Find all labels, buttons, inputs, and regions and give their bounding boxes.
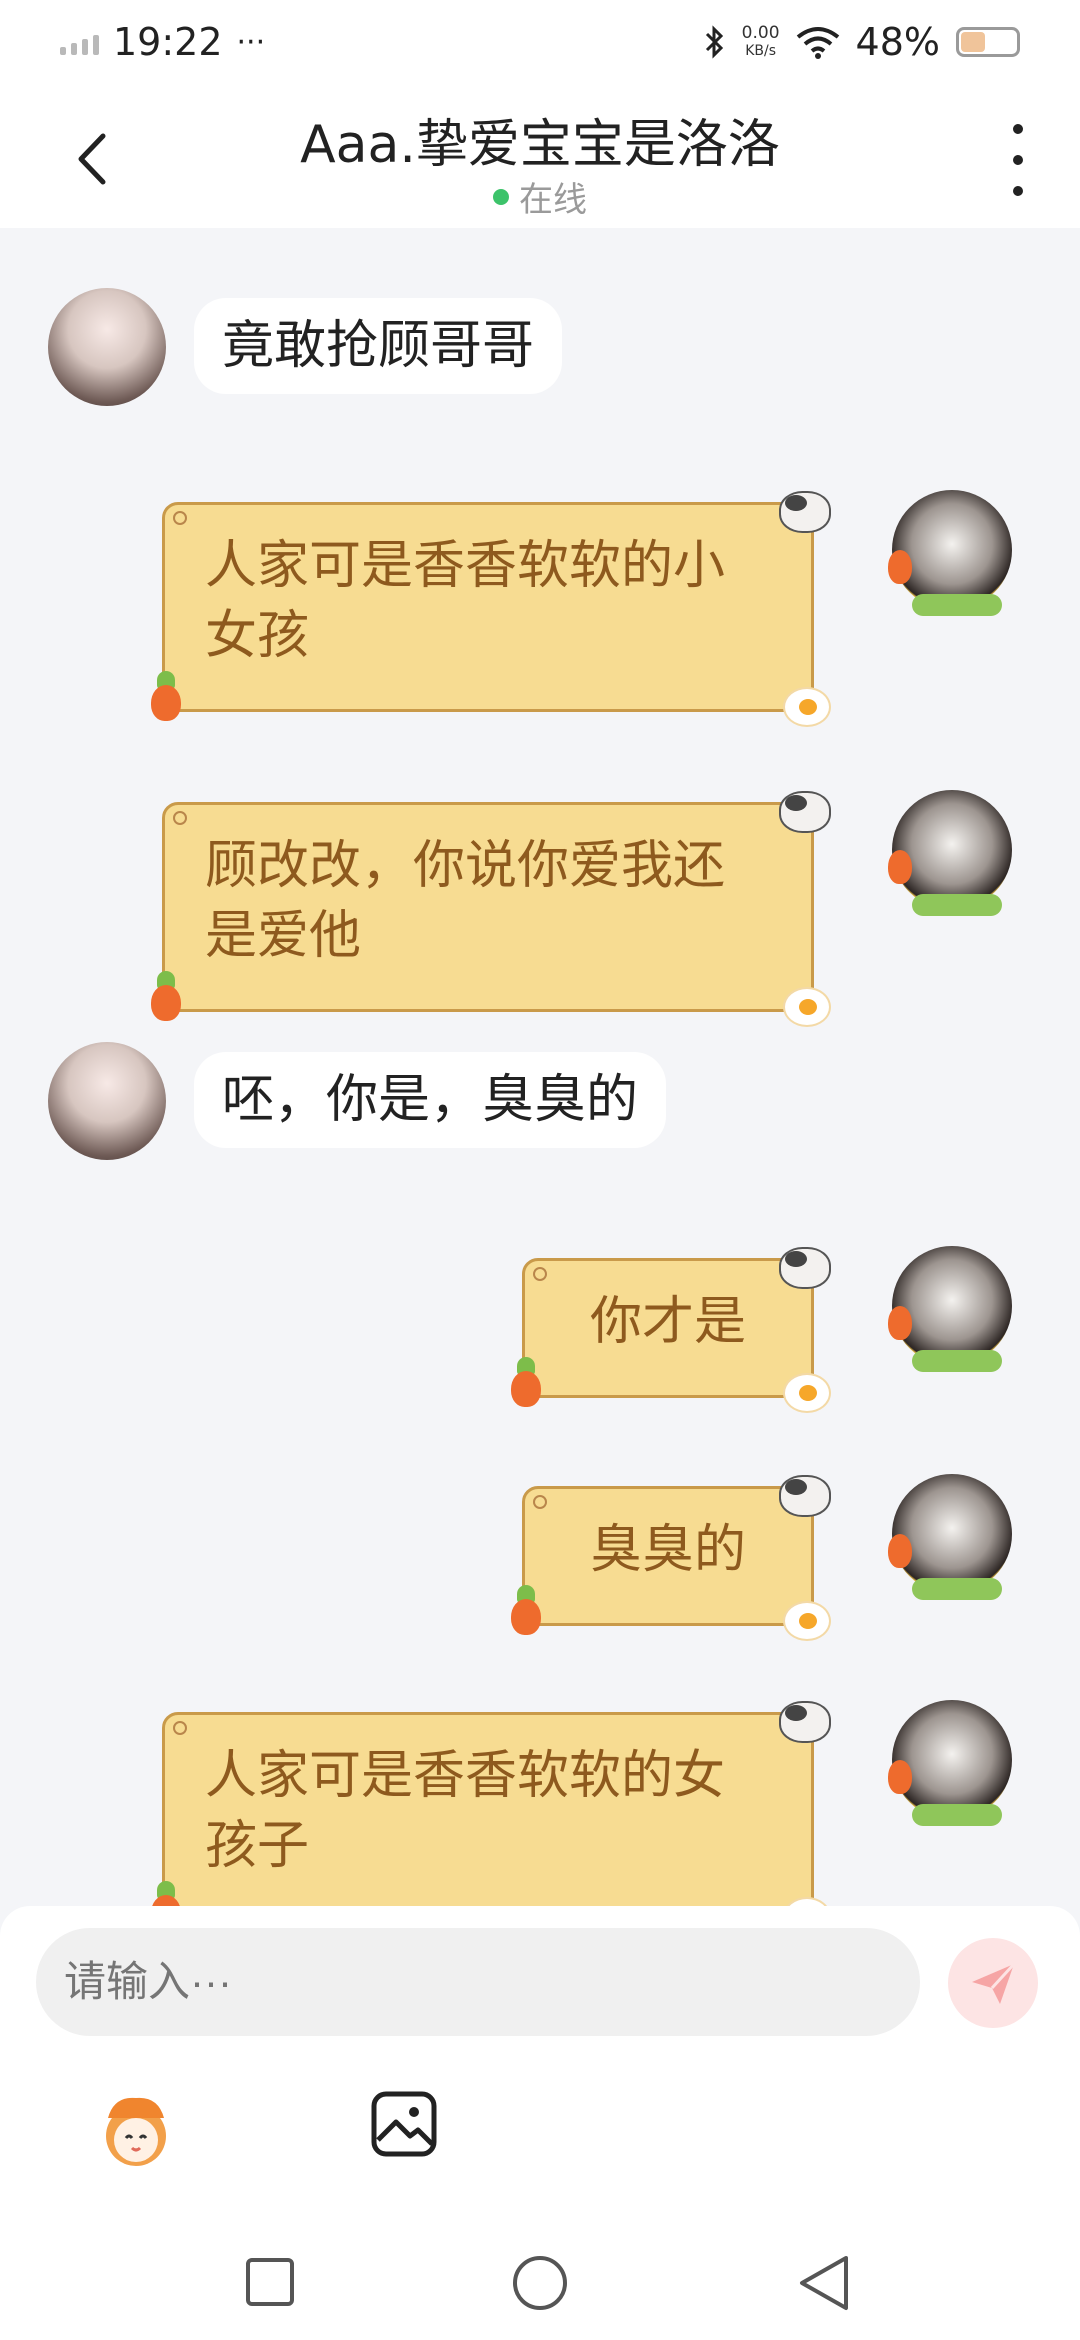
net-speed-value: 0.00	[741, 23, 780, 43]
chat-messages[interactable]: 竟敢抢顾哥哥 人家可是香香软软的小女孩 顾改改，你说你爱我还是爱他 呸，你是，臭…	[0, 228, 1080, 1908]
contact-avatar[interactable]	[48, 1042, 166, 1160]
message-text: 竟敢抢顾哥哥	[222, 316, 535, 376]
system-nav-bar	[0, 2230, 1080, 2340]
cat-sticker-icon	[775, 1467, 835, 1519]
carrot-icon	[145, 671, 185, 721]
carrot-icon	[505, 1585, 545, 1635]
message-text: 人家可是香香软软的女孩子	[205, 1746, 726, 1876]
message-text: 臭臭的	[589, 1520, 746, 1580]
wifi-icon	[796, 27, 839, 59]
pin-icon	[173, 511, 187, 525]
battery-icon	[956, 27, 1020, 57]
message-text: 呸，你是，臭臭的	[222, 1070, 639, 1130]
contact-avatar[interactable]	[48, 288, 166, 406]
chat-title: Aaa.挚爱宝宝是洛洛	[300, 115, 780, 175]
pin-icon	[173, 811, 187, 825]
message-item: 你才是	[0, 1228, 1080, 1413]
message-input[interactable]	[36, 1928, 920, 2036]
egg-icon	[783, 1373, 831, 1413]
message-text: 你才是	[589, 1292, 746, 1352]
message-bubble[interactable]: 顾改改，你说你爱我还是爱他	[151, 791, 831, 1027]
carrot-icon	[145, 1881, 185, 1908]
home-button[interactable]	[513, 2256, 567, 2310]
battery-fill	[961, 32, 985, 52]
more-dot-icon	[1013, 186, 1023, 196]
carrot-icon	[145, 971, 185, 1021]
egg-icon	[783, 987, 831, 1027]
message-bubble[interactable]: 竟敢抢顾哥哥	[194, 298, 563, 394]
cat-sticker-icon	[775, 1693, 835, 1745]
message-item: 顾改改，你说你爱我还是爱他	[0, 772, 1080, 1027]
my-avatar[interactable]	[888, 1700, 1012, 1826]
emoji-face-icon	[106, 2097, 166, 2166]
online-status-label: 在线	[519, 180, 587, 220]
my-avatar[interactable]	[888, 790, 1012, 916]
cat-sticker-icon	[775, 783, 835, 835]
net-speed: 0.00 KB/s	[742, 24, 780, 60]
pin-icon	[533, 1495, 547, 1509]
status-right: 0.00 KB/s 48%	[704, 20, 1020, 64]
egg-icon	[783, 1601, 831, 1641]
message-item: 人家可是香香软软的小女孩	[0, 472, 1080, 727]
more-dot-icon	[1013, 155, 1023, 165]
pin-icon	[173, 1721, 187, 1735]
image-icon	[371, 2091, 437, 2157]
my-avatar[interactable]	[888, 1246, 1012, 1372]
message-item: 臭臭的	[0, 1456, 1080, 1641]
message-bubble[interactable]: 你才是	[511, 1247, 831, 1413]
status-bar: 19:22 ··· 0.00 KB/s 48%	[0, 0, 1080, 84]
message-bubble[interactable]: 人家可是香香软软的小女孩	[151, 491, 831, 727]
online-status: 在线	[0, 172, 1080, 221]
carrot-icon	[505, 1357, 545, 1407]
my-avatar[interactable]	[888, 1474, 1012, 1600]
online-dot-icon	[493, 188, 509, 205]
message-bubble[interactable]: 呸，你是，臭臭的	[194, 1052, 667, 1148]
status-time: 19:22	[113, 20, 223, 64]
net-speed-unit: KB/s	[745, 43, 776, 59]
bluetooth-icon	[705, 25, 723, 59]
send-button[interactable]	[948, 1938, 1038, 2028]
my-avatar[interactable]	[888, 490, 1012, 616]
message-item: 呸，你是，臭臭的	[0, 1042, 1080, 1172]
triangle-back-icon	[800, 2256, 848, 2310]
pin-icon	[533, 1267, 547, 1281]
message-bubble[interactable]: 臭臭的	[511, 1475, 831, 1641]
signal-icon	[60, 29, 99, 55]
message-text: 顾改改，你说你爱我还是爱他	[205, 836, 726, 966]
system-back-button[interactable]	[796, 2254, 850, 2312]
emoji-button[interactable]	[94, 2088, 178, 2172]
status-left: 19:22 ···	[60, 20, 265, 64]
more-dot-icon	[1013, 124, 1023, 134]
message-item: 竟敢抢顾哥哥	[0, 288, 1080, 418]
egg-icon	[783, 687, 831, 727]
cat-sticker-icon	[775, 483, 835, 535]
cat-sticker-icon	[775, 1239, 835, 1291]
message-bubble[interactable]: 人家可是香香软软的女孩子	[151, 1701, 831, 1908]
battery-percent: 48%	[855, 20, 940, 64]
image-button[interactable]	[370, 2090, 438, 2158]
message-text: 人家可是香香软软的小女孩	[205, 536, 726, 666]
status-more: ···	[236, 24, 266, 60]
chat-header: Aaa.挚爱宝宝是洛洛 在线	[0, 84, 1080, 228]
send-icon	[972, 1962, 1016, 2004]
message-item: 人家可是香香软软的女孩子	[0, 1682, 1080, 1908]
recent-apps-button[interactable]	[246, 2258, 294, 2306]
more-options-button[interactable]	[998, 124, 1038, 196]
